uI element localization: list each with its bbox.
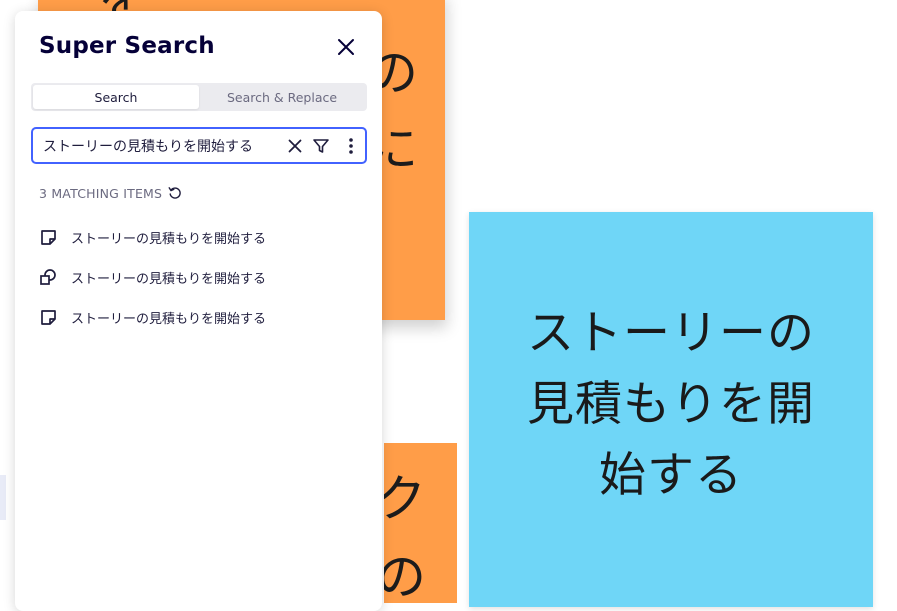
matching-items-row: 3 MATCHING ITEMS [39,183,182,203]
sticky-note-text-fragment: の [384,548,426,603]
search-result-label: ストーリーの見積もりを開始する [71,231,267,247]
search-mode-tabs: Search Search & Replace [31,83,367,111]
sticky-note-line: ストーリーの [527,306,815,361]
search-result-label: ストーリーの見積もりを開始する [71,271,267,287]
filter-icon [313,139,329,153]
sticky-note-icon [39,228,57,246]
sticky-note-text-fragment: ク [384,470,426,528]
sticky-note-line: 見積もりを開 [527,377,815,432]
sticky-note-text: ストーリーの 見積もりを開 始する [511,298,831,511]
refresh-button[interactable] [168,186,182,200]
close-panel-button[interactable] [333,34,359,60]
tab-search-replace[interactable]: Search & Replace [199,85,365,109]
more-options-button[interactable] [341,136,361,156]
search-input[interactable] [43,129,278,162]
refresh-icon [168,187,181,199]
search-result-label: ストーリーの見積もりを開始する [71,311,267,327]
search-box [31,127,367,164]
sticky-note-line: 始する [599,448,743,503]
close-icon [288,139,302,153]
left-toolbar-edge [0,475,6,520]
more-vertical-icon [349,138,353,154]
panel-title: Super Search [39,33,215,59]
search-results-list: ストーリーの見積もりを開始する ストーリーの見積もりを開始する ストーリーの見積… [39,217,369,337]
clear-search-button[interactable] [285,136,305,156]
search-result-item[interactable]: ストーリーの見積もりを開始する [39,257,369,297]
shapes-icon [39,268,57,286]
search-result-item[interactable]: ストーリーの見積もりを開始する [39,297,369,337]
sticky-note-icon [39,308,57,326]
super-search-panel: Super Search Search Search & Replace ストー… [15,11,382,611]
tab-search[interactable]: Search [33,85,199,109]
matching-items-count: 3 MATCHING ITEMS [39,185,163,201]
sticky-note-blue[interactable]: ストーリーの 見積もりを開 始する [469,212,873,607]
close-icon [338,39,354,55]
search-result-item[interactable]: ストーリーの見積もりを開始する [39,217,369,257]
sticky-note-orange-bottom[interactable]: ク の [384,443,457,603]
filter-button[interactable] [311,136,331,156]
